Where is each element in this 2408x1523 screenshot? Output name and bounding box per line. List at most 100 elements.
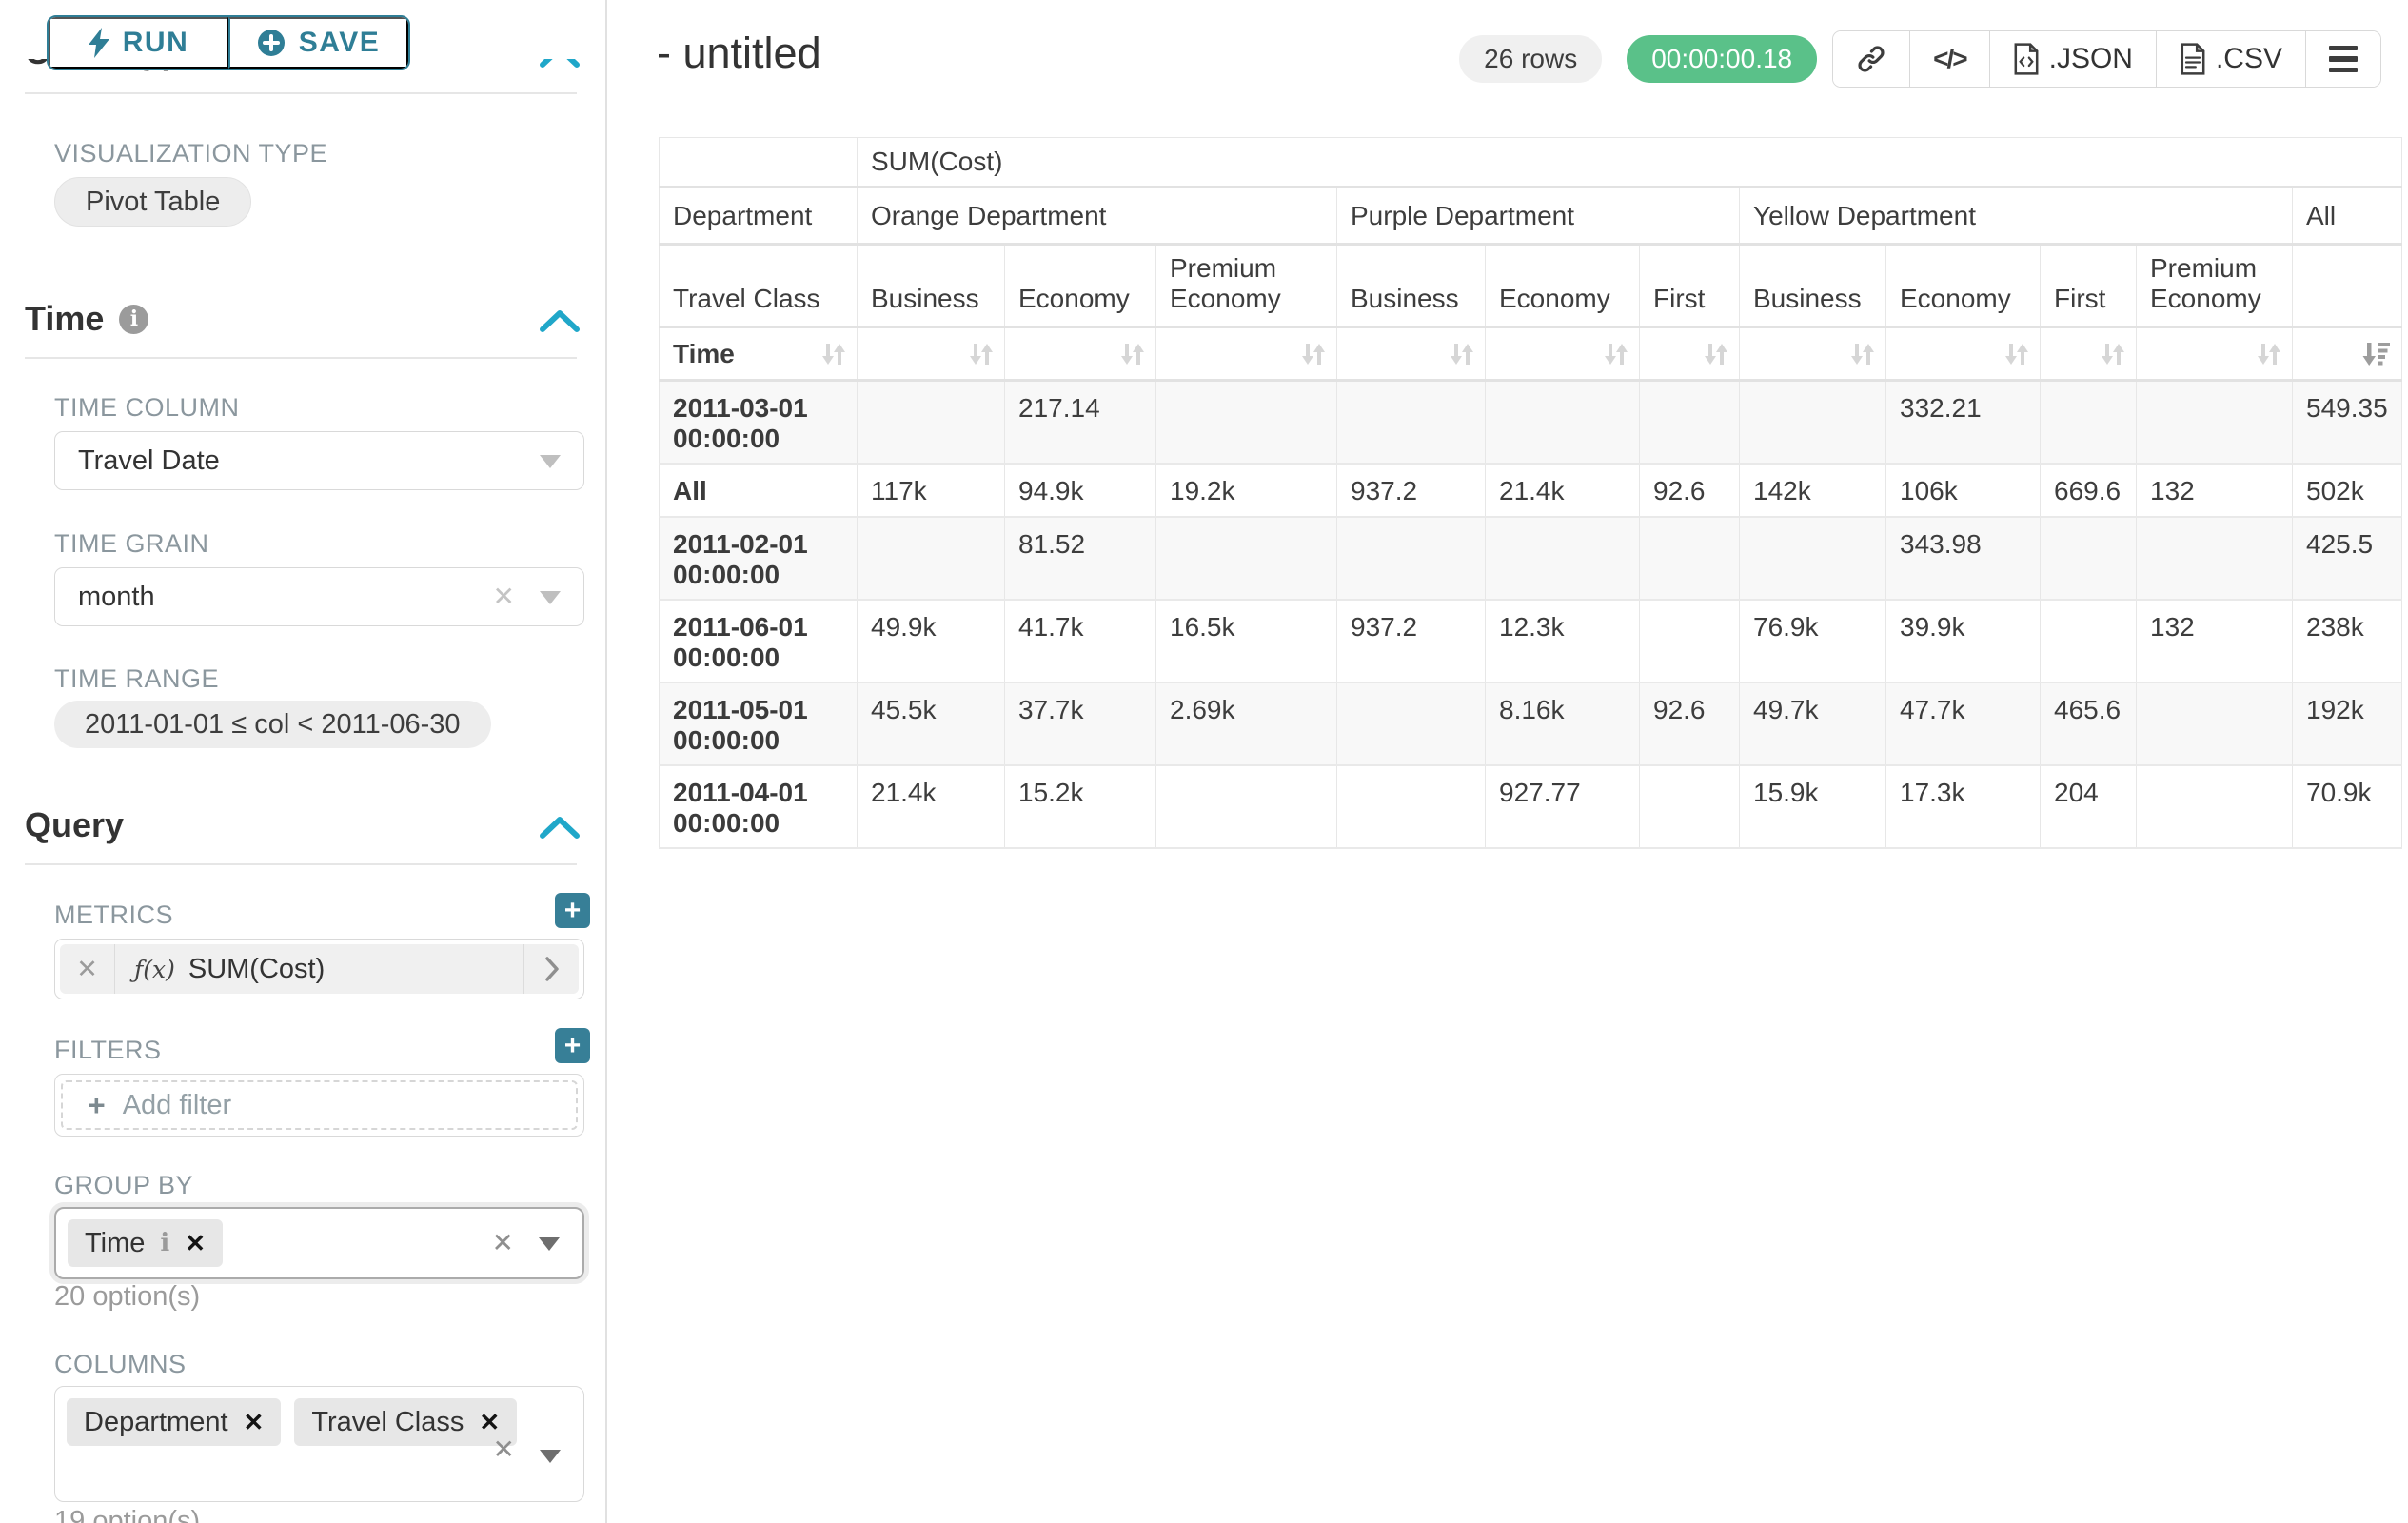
travel-class-header: Economy [1486, 245, 1640, 327]
sort-up-down-icon[interactable] [1847, 340, 1876, 368]
panel-divider[interactable] [605, 0, 607, 1523]
value-cell: 502k [2293, 464, 2402, 517]
group-by-options-note: 20 option(s) [54, 1281, 200, 1313]
x-mark-icon[interactable]: ✕ [492, 1230, 514, 1256]
filters-control: + Add filter [54, 1074, 584, 1137]
x-mark-icon[interactable]: ✕ [493, 583, 515, 610]
value-cell [1486, 517, 1640, 600]
sort-up-down-icon[interactable] [1601, 340, 1629, 368]
plus-icon: + [88, 1088, 106, 1123]
caret-down-icon[interactable] [539, 1237, 560, 1251]
department-group-header: Purple Department [1337, 188, 1740, 245]
file-json-icon [2013, 43, 2040, 75]
add-filter-button[interactable]: + Add filter [61, 1080, 578, 1130]
caret-down-icon[interactable] [540, 591, 561, 604]
export-json-button[interactable]: .JSON [1989, 31, 2156, 87]
value-cell [1156, 765, 1337, 848]
table-row: 2011-04-01 00:00:0021.4k15.2k927.7715.9k… [660, 765, 2402, 848]
value-cell [1337, 517, 1486, 600]
x-mark-icon[interactable]: ✕ [493, 1436, 515, 1463]
rows-count-badge: 26 rows [1459, 35, 1602, 83]
travel-class-header: Business [1740, 245, 1886, 327]
chevron-up-icon[interactable] [539, 308, 581, 333]
columns-options-note: 19 option(s) [54, 1506, 200, 1523]
sort-up-down-icon[interactable] [2002, 340, 2030, 368]
info-icon[interactable]: i [160, 1229, 169, 1257]
travel-class-header: First [1640, 245, 1740, 327]
value-cell: 192k [2293, 682, 2402, 765]
value-cell: 142k [1740, 464, 1886, 517]
time-range-label: TIME RANGE [54, 664, 219, 694]
chevron-right-icon[interactable] [523, 944, 579, 994]
metric-pill[interactable]: ✕ ƒ(x) SUM(Cost) [60, 944, 579, 994]
run-button[interactable]: RUN [49, 17, 228, 69]
remove-tag-icon[interactable]: ✕ [479, 1408, 500, 1437]
tag-label: Travel Class [311, 1407, 464, 1438]
value-cell [858, 517, 1005, 600]
value-cell: 117k [858, 464, 1005, 517]
row-dimension-cell: Time [660, 327, 858, 381]
code-icon: </> [1933, 44, 1965, 74]
embed-code-button[interactable]: </> [1909, 31, 1988, 87]
value-cell [1740, 381, 1886, 464]
sort-up-down-icon[interactable] [1117, 340, 1146, 368]
sort-up-down-icon[interactable] [1447, 340, 1475, 368]
travel-class-header: Economy [1886, 245, 2041, 327]
sort-header-cell [1005, 327, 1156, 381]
filters-label: FILTERS [54, 1036, 162, 1065]
value-cell [1640, 381, 1740, 464]
table-row: All117k94.9k19.2k937.221.4k92.6142k106k6… [660, 464, 2402, 517]
sort-up-down-icon[interactable] [2098, 340, 2126, 368]
value-cell [2137, 765, 2293, 848]
add-metric-button[interactable]: + [555, 893, 590, 928]
sort-descending-icon[interactable] [2361, 340, 2392, 368]
info-circle-icon[interactable]: i [119, 305, 148, 334]
time-grain-select[interactable]: month ✕ [54, 567, 584, 626]
caret-down-icon[interactable] [540, 1450, 561, 1463]
sort-up-down-icon[interactable] [966, 340, 995, 368]
value-cell: 937.2 [1337, 464, 1486, 517]
value-cell: 45.5k [858, 682, 1005, 765]
value-cell [1337, 765, 1486, 848]
save-button[interactable]: SAVE [228, 17, 408, 69]
time-range-pill[interactable]: 2011-01-01 ≤ col < 2011-06-30 [54, 701, 491, 748]
group-by-select[interactable]: Time i ✕ ✕ [54, 1207, 584, 1279]
chevron-up-icon[interactable] [539, 815, 581, 840]
value-cell [2041, 517, 2137, 600]
run-button-label: RUN [123, 27, 189, 59]
table-row: 2011-02-01 00:00:0081.52343.98425.5 [660, 517, 2402, 600]
sort-up-down-icon[interactable] [2254, 340, 2282, 368]
value-cell: 70.9k [2293, 765, 2402, 848]
value-cell: 465.6 [2041, 682, 2137, 765]
export-csv-button[interactable]: .CSV [2156, 31, 2305, 87]
add-filter-label: Add filter [123, 1090, 231, 1121]
remove-tag-icon[interactable]: ✕ [185, 1229, 206, 1258]
value-cell [2137, 682, 2293, 765]
value-cell: 669.6 [2041, 464, 2137, 517]
sort-header-cell [1886, 327, 2041, 381]
menu-button[interactable] [2305, 31, 2380, 87]
value-cell [1740, 517, 1886, 600]
sort-up-down-icon[interactable] [1701, 340, 1729, 368]
sort-up-down-icon[interactable] [1298, 340, 1327, 368]
columns-select[interactable]: Department ✕ Travel Class ✕ ✕ [54, 1386, 584, 1502]
add-filter-plus-button[interactable]: + [555, 1028, 590, 1063]
time-column-select[interactable]: Travel Date [54, 431, 584, 490]
table-row: 2011-05-01 00:00:0045.5k37.7k2.69k8.16k9… [660, 682, 2402, 765]
sort-header-cell [1486, 327, 1640, 381]
row-label-cell: 2011-02-01 00:00:00 [660, 517, 858, 600]
save-button-label: SAVE [299, 27, 380, 59]
value-cell: 937.2 [1337, 600, 1486, 682]
remove-tag-icon[interactable]: ✕ [244, 1408, 265, 1437]
value-cell: 37.7k [1005, 682, 1156, 765]
divider [25, 357, 577, 359]
value-cell: 39.9k [1886, 600, 2041, 682]
visualization-type-pill[interactable]: Pivot Table [54, 177, 251, 227]
share-link-button[interactable] [1833, 31, 1909, 87]
x-mark-icon[interactable]: ✕ [60, 944, 115, 994]
sort-up-down-icon[interactable] [819, 340, 847, 368]
caret-down-icon[interactable] [540, 455, 561, 468]
department-group-header: Yellow Department [1740, 188, 2293, 245]
sort-header-cell [2293, 327, 2402, 381]
value-cell: 927.77 [1486, 765, 1640, 848]
